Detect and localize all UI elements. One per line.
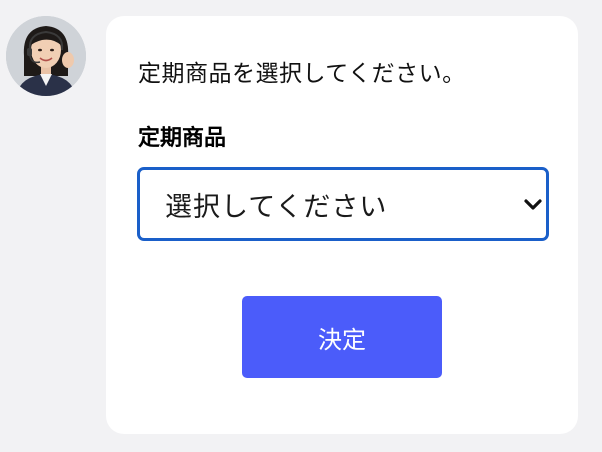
prompt-text: 定期商品を選択してください。 [138, 61, 466, 87]
operator-avatar-icon [6, 16, 86, 96]
field-label: 定期商品 [138, 126, 227, 151]
product-select[interactable]: 選択してください [137, 167, 549, 241]
submit-button[interactable]: 決定 [242, 296, 442, 378]
select-value: 選択してください [165, 192, 388, 223]
chevron-down-icon [524, 197, 542, 211]
chat-message-card: 定期商品を選択してください。 定期商品 選択してください 決定 [106, 16, 578, 434]
operator-avatar [6, 16, 86, 96]
